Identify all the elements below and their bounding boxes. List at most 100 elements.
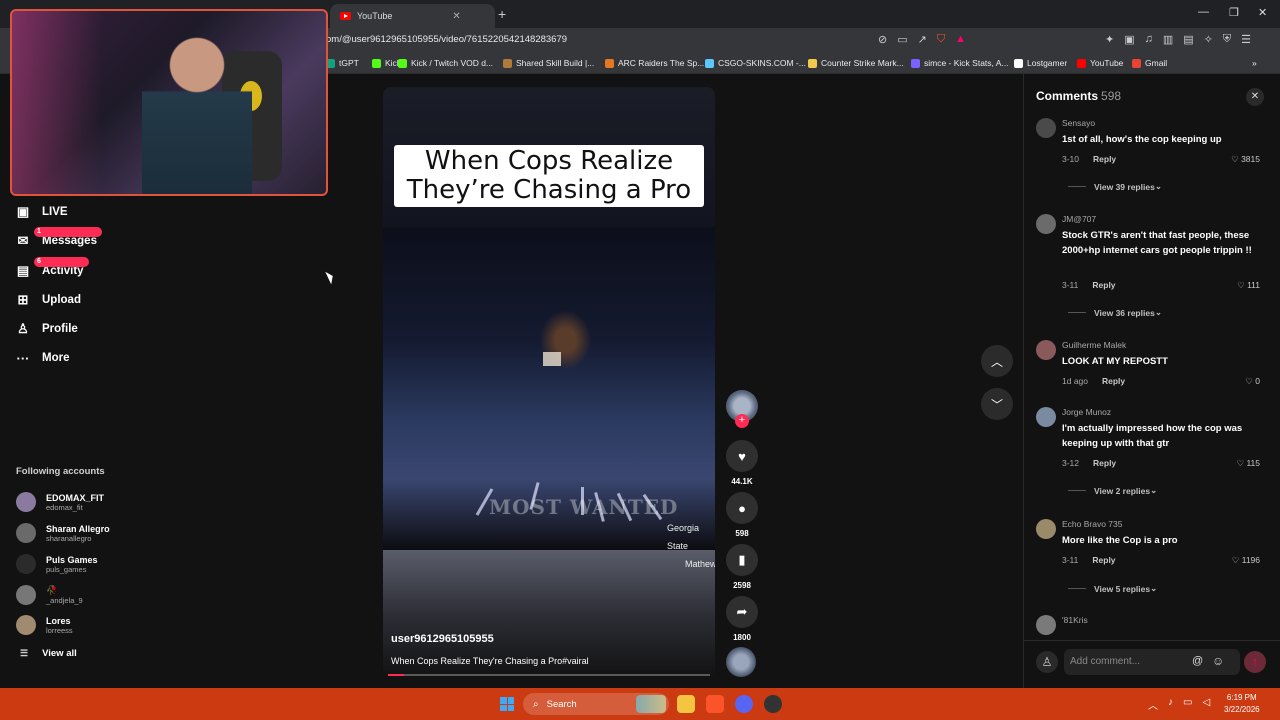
video-player[interactable]: When Cops Realize They’re Chasing a Pro … <box>383 87 715 679</box>
avatar[interactable] <box>1036 214 1056 234</box>
share-icon[interactable]: ↗ <box>918 33 927 46</box>
comment-author[interactable]: Echo Bravo 735 <box>1062 519 1122 529</box>
tab-close-icon[interactable]: ✕ <box>452 11 460 22</box>
chevron-down-icon: ⌄ <box>1154 181 1162 191</box>
avatar[interactable] <box>1036 118 1056 138</box>
menu-icon[interactable]: ☰ <box>1241 33 1251 46</box>
following-account[interactable]: Puls Games puls_games <box>16 554 98 574</box>
account-handle: sharanallegro <box>46 533 92 543</box>
video-username[interactable]: user9612965105955 <box>391 633 494 645</box>
new-tab-button[interactable]: + <box>498 6 506 22</box>
comment-author[interactable]: Jorge Munoz <box>1062 407 1111 417</box>
comment-like-button[interactable]: ♡ 111 <box>1237 280 1260 291</box>
comment-like-button[interactable]: ♡ 115 <box>1236 458 1260 469</box>
account-name: EDOMAX_FIT <box>46 492 105 503</box>
close-comments-button[interactable]: ✕ <box>1246 88 1264 106</box>
microphone-icon[interactable]: ♪ <box>1168 697 1173 712</box>
vpn-icon[interactable]: ⛨ <box>1223 33 1231 46</box>
view-replies-button[interactable]: View 2 replies ⌄ <box>1068 485 1157 496</box>
cast-icon[interactable]: ▭ <box>897 33 907 46</box>
bookmark-item[interactable]: Shared Skill Build |... <box>503 58 594 68</box>
brave-rewards-icon[interactable]: ▲ <box>955 33 966 46</box>
previous-video-button[interactable]: ︿ <box>981 345 1013 377</box>
bookmark-item[interactable]: Lostgamer <box>1014 58 1067 68</box>
comment-like-button[interactable]: ♡ 3815 <box>1231 154 1260 165</box>
bookmark-item[interactable]: Kick / Twitch VOD d... <box>398 58 493 68</box>
brave-shield-icon[interactable]: ⛉ <box>937 33 945 46</box>
sidebar-toggle-icon[interactable]: ▥ <box>1163 33 1173 46</box>
comment-author[interactable]: Sensayo <box>1062 118 1095 128</box>
following-account[interactable]: 🥀 _andjela_9 <box>16 585 83 605</box>
view-replies-button[interactable]: View 5 replies ⌄ <box>1068 583 1157 594</box>
no-tracking-icon[interactable]: ⊘ <box>878 33 887 46</box>
extensions-icon[interactable]: ✦ <box>1105 33 1114 46</box>
bookmark-item[interactable]: Counter Strike Mark... <box>808 58 904 68</box>
bookmark-item[interactable]: Kick <box>372 58 401 68</box>
sidebar-item-messages[interactable]: ✉ 1 Messages <box>14 227 102 250</box>
view-replies-button[interactable]: View 36 replies ⌄ <box>1068 307 1162 318</box>
bookmark-item[interactable]: simce - Kick Stats, A... <box>911 58 1009 68</box>
widget-icon[interactable] <box>636 695 666 713</box>
view-replies-button[interactable]: View 39 replies ⌄ <box>1068 181 1162 192</box>
brave-browser-icon[interactable] <box>706 695 724 713</box>
minimize-button[interactable]: — <box>1198 6 1209 18</box>
leo-ai-icon[interactable]: ✧ <box>1204 33 1213 46</box>
next-video-button[interactable]: ﹀ <box>981 388 1013 420</box>
bookmarks-overflow-icon[interactable]: » <box>1252 58 1257 68</box>
reply-button[interactable]: Reply <box>1093 154 1116 164</box>
tab-youtube[interactable]: YouTube ✕ <box>330 4 495 28</box>
video-progress-bar[interactable] <box>388 674 710 676</box>
reply-button[interactable]: Reply <box>1092 280 1115 290</box>
obs-icon[interactable] <box>764 695 782 713</box>
avatar[interactable] <box>1036 407 1056 427</box>
mention-icon[interactable]: @ <box>1192 655 1203 667</box>
bookmark-item[interactable]: YouTube <box>1077 58 1123 68</box>
network-icon[interactable]: ▭ <box>1183 697 1192 712</box>
avatar[interactable] <box>1036 615 1056 635</box>
clock[interactable]: 6:19 PM 3/22/2026 <box>1224 692 1260 716</box>
sidebar-item-profile[interactable]: ♙ Profile <box>14 320 78 338</box>
discord-icon[interactable] <box>735 695 753 713</box>
emoji-icon[interactable]: ☺ <box>1212 654 1224 668</box>
post-comment-button[interactable]: ↑ <box>1244 651 1266 673</box>
comment-button[interactable]: ● <box>726 492 758 524</box>
wallet-icon[interactable]: ▤ <box>1183 33 1193 46</box>
sidebar-item-more[interactable]: ··· More <box>14 349 70 367</box>
avatar[interactable] <box>1036 340 1056 360</box>
comment-like-button[interactable]: ♡ 1196 <box>1232 555 1260 566</box>
url-field[interactable]: om/@user9612965105955/video/761522054214… <box>326 34 567 45</box>
comment-like-button[interactable]: ♡ 0 <box>1245 376 1260 387</box>
sidebar-item-activity[interactable]: ▤ 6 Activity <box>14 257 89 280</box>
bookmark-item[interactable]: CSGO-SKINS.COM -... <box>705 58 806 68</box>
start-button[interactable] <box>500 697 514 711</box>
sidebar-item-upload[interactable]: ⊞ Upload <box>14 291 81 309</box>
reply-button[interactable]: Reply <box>1102 376 1125 386</box>
bookmark-item[interactable]: Gmail <box>1132 58 1167 68</box>
sound-disc-icon[interactable] <box>726 647 756 677</box>
sidebar-item-live[interactable]: ▣ LIVE <box>14 203 68 221</box>
following-account[interactable]: Sharan Allegro sharanallegro <box>16 523 110 543</box>
following-account[interactable]: Lores lorreess <box>16 615 73 635</box>
bookmark-item[interactable]: ARC Raiders The Sp... <box>605 58 704 68</box>
comment-author[interactable]: JM@707 <box>1062 214 1096 224</box>
window-close-button[interactable]: ✕ <box>1258 6 1267 19</box>
comment-author[interactable]: Guilherme Malek <box>1062 340 1126 350</box>
comment-author[interactable]: '81Kris <box>1062 615 1088 625</box>
follow-plus-button[interactable]: + <box>735 414 749 428</box>
more-icon: ··· <box>16 350 30 366</box>
volume-icon[interactable]: ◁ <box>1202 697 1210 712</box>
reply-button[interactable]: Reply <box>1092 555 1115 565</box>
restore-button[interactable]: ❐ <box>1229 6 1239 19</box>
like-button[interactable]: ♥ <box>726 440 758 472</box>
tray-chevron-icon[interactable]: ︿ <box>1148 697 1158 712</box>
view-all-link[interactable]: ☰ View all <box>20 648 77 659</box>
share-button[interactable]: ➦ <box>726 596 758 628</box>
media-icon[interactable]: ♫ <box>1145 33 1153 46</box>
save-button[interactable]: ▮ <box>726 544 758 576</box>
tab-search-icon[interactable]: ▣ <box>1124 33 1134 46</box>
avatar[interactable] <box>1036 519 1056 539</box>
following-account[interactable]: EDOMAX_FIT edomax_fit <box>16 492 104 512</box>
reply-button[interactable]: Reply <box>1093 458 1116 468</box>
bookmark-item[interactable]: tGPT <box>326 58 359 68</box>
file-explorer-icon[interactable] <box>677 695 695 713</box>
